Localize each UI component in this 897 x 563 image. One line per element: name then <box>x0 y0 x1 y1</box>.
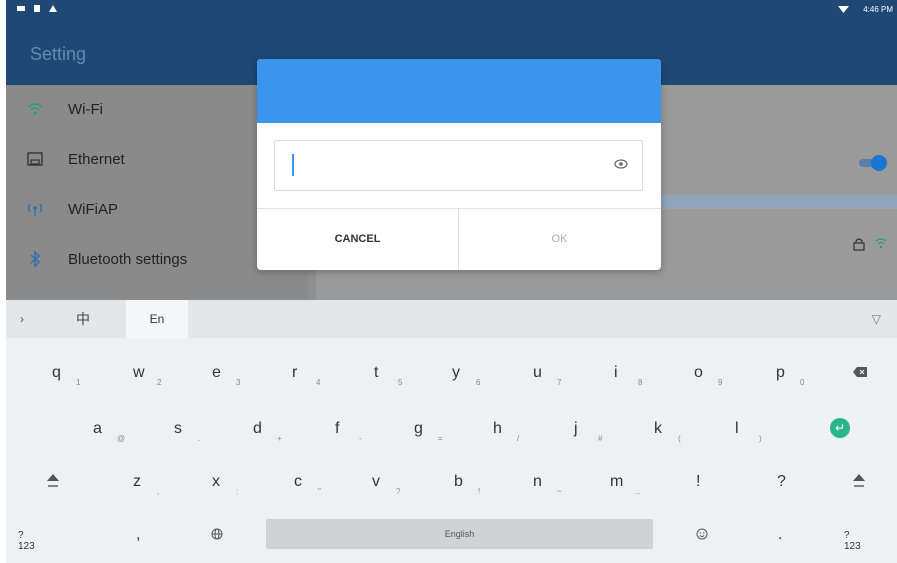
status-icons <box>16 4 58 13</box>
sidebar-item-label: WiFiAP <box>68 201 118 218</box>
key-sub: ... <box>634 487 641 496</box>
key-label: q <box>52 364 61 381</box>
warning-icon <box>49 5 57 12</box>
key-label: j <box>574 420 578 437</box>
key-sub: ) <box>759 434 762 443</box>
sidebar-item-label: Ethernet <box>68 151 125 168</box>
sidebar-item-label: Wi-Fi <box>68 101 103 118</box>
key-label: k <box>654 420 662 437</box>
key-label: s <box>174 420 182 437</box>
tab-chinese[interactable]: 中 <box>76 300 90 338</box>
key-label: g <box>414 420 423 437</box>
key-label: h <box>493 420 502 437</box>
key-label: m <box>610 473 624 490</box>
key-label: i <box>614 364 618 381</box>
key-label: e <box>212 364 221 381</box>
globe-icon[interactable] <box>211 528 223 540</box>
wifi-icon <box>27 103 43 115</box>
key-sub: - <box>359 434 362 443</box>
key-label: l <box>735 420 739 437</box>
key-sub: 9 <box>718 378 723 387</box>
key-sub: @ <box>117 434 126 443</box>
tab-english[interactable]: En <box>126 300 188 338</box>
cancel-button[interactable]: CANCEL <box>257 209 458 270</box>
page-title: Setting <box>30 44 87 64</box>
key-label: f <box>335 420 340 437</box>
backspace-icon[interactable] <box>852 366 868 378</box>
notification-icon <box>17 6 25 11</box>
key-sub: / <box>517 434 520 443</box>
key-sub: 5 <box>398 378 403 387</box>
status-bar: 4:46 PM <box>6 0 897 20</box>
key-sub: ! <box>478 487 481 496</box>
wifi-toggle[interactable] <box>871 155 887 171</box>
key-sub: , <box>157 487 160 496</box>
dialog-header <box>257 59 661 123</box>
key-label: p <box>776 364 785 381</box>
key-label: r <box>292 364 298 381</box>
key-sub: = <box>438 434 443 443</box>
key-sub: " <box>318 487 321 496</box>
key-label: ?123 <box>18 530 35 552</box>
enter-icon: ↵ <box>834 421 846 435</box>
key-sub: + <box>277 434 282 443</box>
key-label: b <box>454 473 463 490</box>
wifi-signal-icon <box>875 238 887 249</box>
key-sub: 0 <box>800 378 805 387</box>
key-sub: ? <box>396 487 401 496</box>
wifi-status-icon <box>838 6 849 13</box>
key-sub: . <box>198 434 201 443</box>
key-sub: 2 <box>157 378 162 387</box>
password-dialog: CANCEL OK <box>257 59 661 270</box>
hotspot-icon <box>27 203 43 216</box>
keyboard-toolbar: › 中 En ▽ <box>6 300 897 338</box>
ok-button[interactable]: OK <box>459 209 660 270</box>
key-label: x <box>212 473 220 490</box>
shift-right-icon[interactable] <box>852 473 866 489</box>
shift-icon[interactable] <box>46 473 60 489</box>
show-password-icon[interactable] <box>614 158 628 170</box>
text-cursor <box>292 154 294 176</box>
space-bar[interactable]: English <box>266 519 653 549</box>
password-input[interactable] <box>274 140 643 191</box>
ethernet-icon <box>27 152 43 166</box>
key-label: . <box>778 526 783 543</box>
key-label: t <box>374 364 379 381</box>
key-sub: 7 <box>557 378 562 387</box>
key-sub: 4 <box>316 378 321 387</box>
key-label: n <box>533 473 542 490</box>
key-label: ! <box>696 473 701 490</box>
key-label: z <box>133 473 141 490</box>
key-label: y <box>452 364 460 381</box>
key-sub: : <box>236 487 239 496</box>
key-label: a <box>93 420 102 437</box>
key-sub: 6 <box>476 378 481 387</box>
emoji-icon[interactable] <box>696 528 708 540</box>
key-sub: ( <box>678 434 681 443</box>
soft-keyboard: › 中 En ▽ q 1 w 2 e 3 r 4 t 5 y 6 u 7 i 8 o 9 p 0 a… <box>6 300 897 563</box>
key-label: d <box>253 420 262 437</box>
key-label: , <box>136 526 141 543</box>
bluetooth-icon <box>30 250 41 268</box>
key-label: v <box>372 473 380 490</box>
key-sub: ~ <box>557 487 562 496</box>
lock-icon <box>853 238 865 251</box>
key-sub: 8 <box>638 378 643 387</box>
key-label: ?123 <box>844 530 861 552</box>
key-label: ? <box>777 473 786 490</box>
enter-key[interactable]: ↵ <box>830 418 850 438</box>
status-time: 4:46 PM <box>863 5 893 14</box>
expand-toolbar-icon[interactable]: › <box>16 300 28 338</box>
key-sub: # <box>598 434 603 443</box>
key-label: u <box>533 364 542 381</box>
key-sub: 1 <box>76 378 81 387</box>
sd-card-icon <box>34 5 40 12</box>
android-settings-screen: 4:46 PM Setting Wi-Fi Ethernet WiFiAP Bl… <box>0 0 897 563</box>
key-label: w <box>133 364 145 381</box>
sidebar-item-label: Bluetooth settings <box>68 251 188 268</box>
collapse-keyboard-icon[interactable]: ▽ <box>872 300 881 338</box>
key-label: c <box>294 473 302 490</box>
key-label: o <box>694 364 703 381</box>
key-sub: 3 <box>236 378 241 387</box>
